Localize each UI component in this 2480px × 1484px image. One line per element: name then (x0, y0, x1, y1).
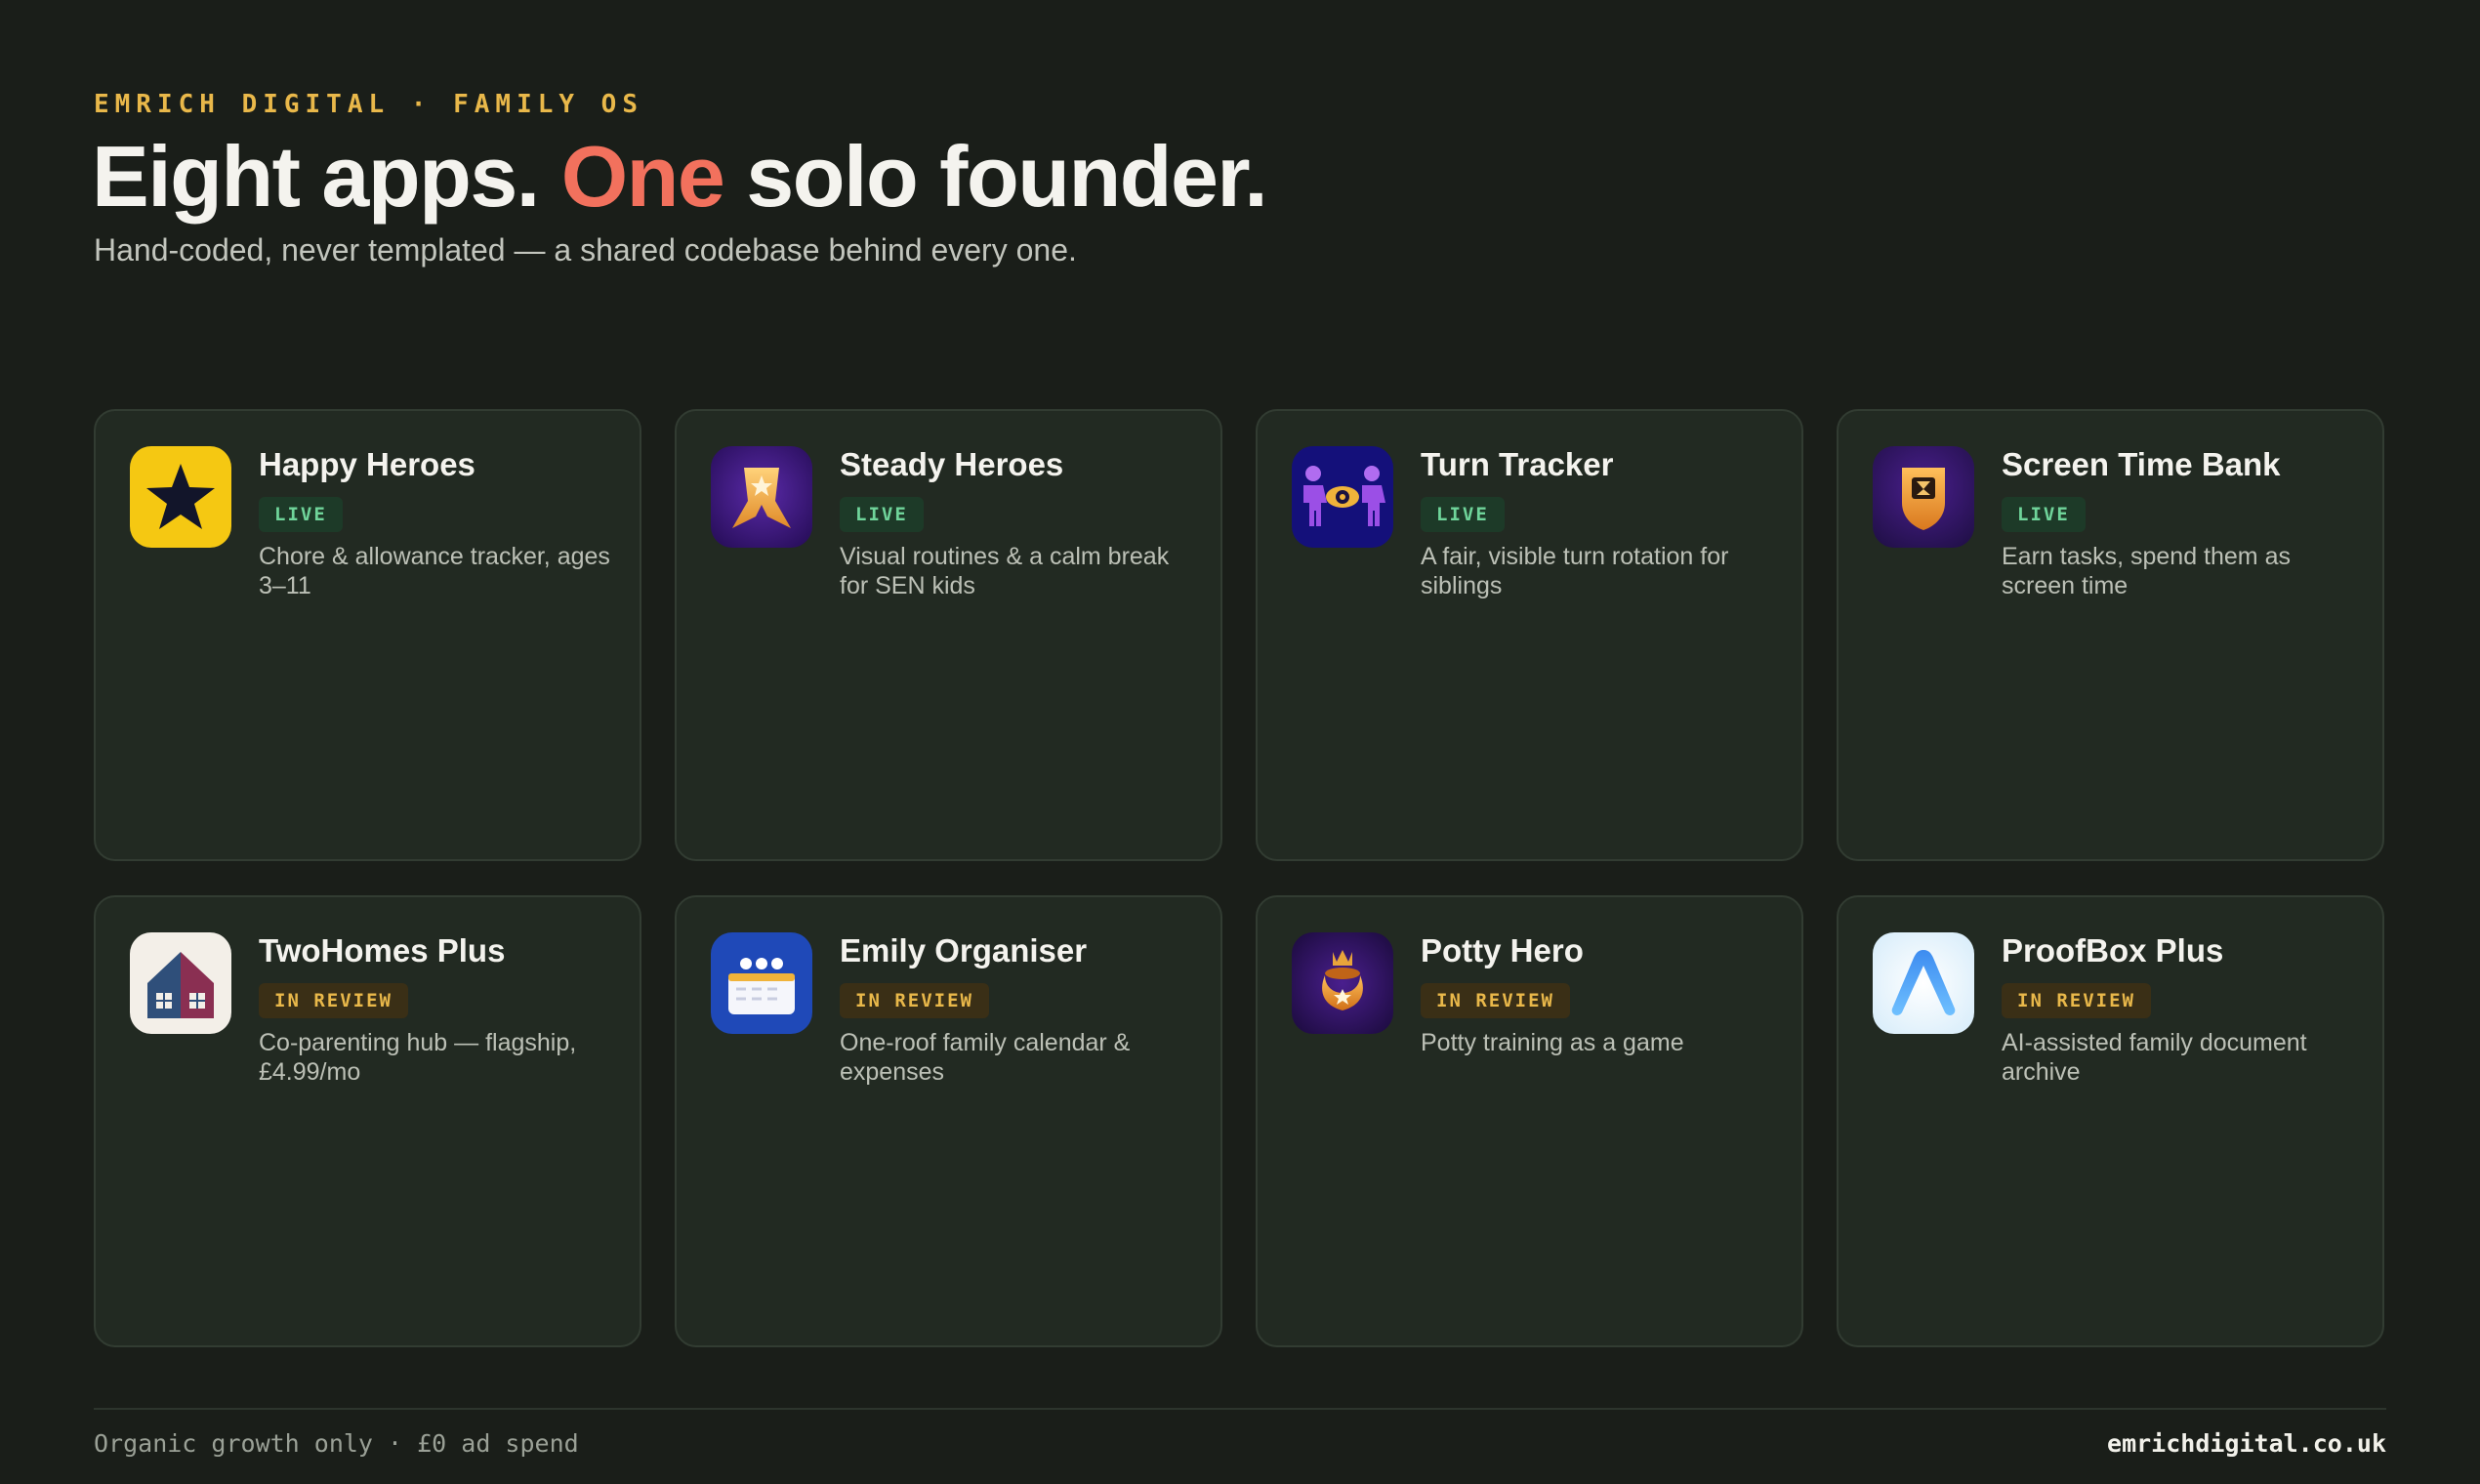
status-badge: IN REVIEW (840, 983, 989, 1018)
app-card-potty-hero[interactable]: Potty Hero IN REVIEW Potty training as a… (1256, 895, 1803, 1347)
app-description: Chore & allowance tracker, ages 3–11 (259, 543, 610, 599)
hero-cape-icon (711, 446, 812, 548)
page-headline: Eight apps. One solo founder. (92, 125, 1268, 228)
headline-part-2: solo founder. (723, 128, 1267, 225)
status-badge: IN REVIEW (1421, 983, 1570, 1018)
website-link[interactable]: emrichdigital.co.uk (2107, 1429, 2386, 1458)
app-card-screen-time-bank[interactable]: Screen Time Bank LIVE Earn tasks, spend … (1837, 409, 2384, 861)
headline-part-1: Eight apps. (92, 128, 561, 225)
status-badge: LIVE (2002, 497, 2086, 532)
two-homes-icon (130, 932, 231, 1034)
app-name: Happy Heroes (259, 446, 475, 482)
status-badge: IN REVIEW (2002, 983, 2151, 1018)
app-description: One-roof family calendar & expenses (840, 1029, 1131, 1086)
family-calendar-icon (711, 932, 812, 1034)
proofbox-a-icon (1873, 932, 1974, 1034)
star-icon (130, 446, 231, 548)
app-card-twohomes-plus[interactable]: TwoHomes Plus IN REVIEW Co-parenting hub… (94, 895, 641, 1347)
status-badge: IN REVIEW (259, 983, 408, 1018)
app-card-happy-heroes[interactable]: Happy Heroes LIVE Chore & allowance trac… (94, 409, 641, 861)
headline-accent: One (560, 128, 725, 225)
app-card-steady-heroes[interactable]: Steady Heroes LIVE Visual routines & a c… (675, 409, 1222, 861)
app-description: Visual routines & a calm break for SEN k… (840, 543, 1170, 599)
page-subhead: Hand-coded, never templated — a shared c… (94, 232, 1077, 268)
app-name: Potty Hero (1421, 932, 1584, 969)
footer-tagline: Organic growth only · £0 ad spend (94, 1429, 579, 1458)
status-badge: LIVE (259, 497, 343, 532)
status-badge: LIVE (1421, 497, 1505, 532)
app-card-turn-tracker[interactable]: Turn Tracker LIVE A fair, visible turn r… (1256, 409, 1803, 861)
app-description: A fair, visible turn rotation for siblin… (1421, 543, 1729, 599)
app-description: Potty training as a game (1421, 1029, 1684, 1056)
potty-crown-icon (1292, 932, 1393, 1034)
app-name: TwoHomes Plus (259, 932, 506, 969)
app-name: Screen Time Bank (2002, 446, 2281, 482)
footer-divider (94, 1408, 2386, 1410)
app-card-emily-organiser[interactable]: Emily Organiser IN REVIEW One-roof famil… (675, 895, 1222, 1347)
status-badge: LIVE (840, 497, 924, 532)
hourglass-shield-icon (1873, 446, 1974, 548)
eyebrow-label: EMRICH DIGITAL · FAMILY OS (94, 90, 643, 119)
app-name: Emily Organiser (840, 932, 1088, 969)
app-description: Earn tasks, spend them as screen time (2002, 543, 2291, 599)
siblings-eye-icon (1292, 446, 1393, 548)
app-name: ProofBox Plus (2002, 932, 2224, 969)
app-name: Turn Tracker (1421, 446, 1614, 482)
app-description: AI-assisted family document archive (2002, 1029, 2307, 1086)
app-name: Steady Heroes (840, 446, 1064, 482)
app-description: Co-parenting hub — flagship, £4.99/mo (259, 1029, 577, 1086)
app-card-proofbox-plus[interactable]: ProofBox Plus IN REVIEW AI-assisted fami… (1837, 895, 2384, 1347)
app-grid: Happy Heroes LIVE Chore & allowance trac… (94, 409, 2386, 1347)
